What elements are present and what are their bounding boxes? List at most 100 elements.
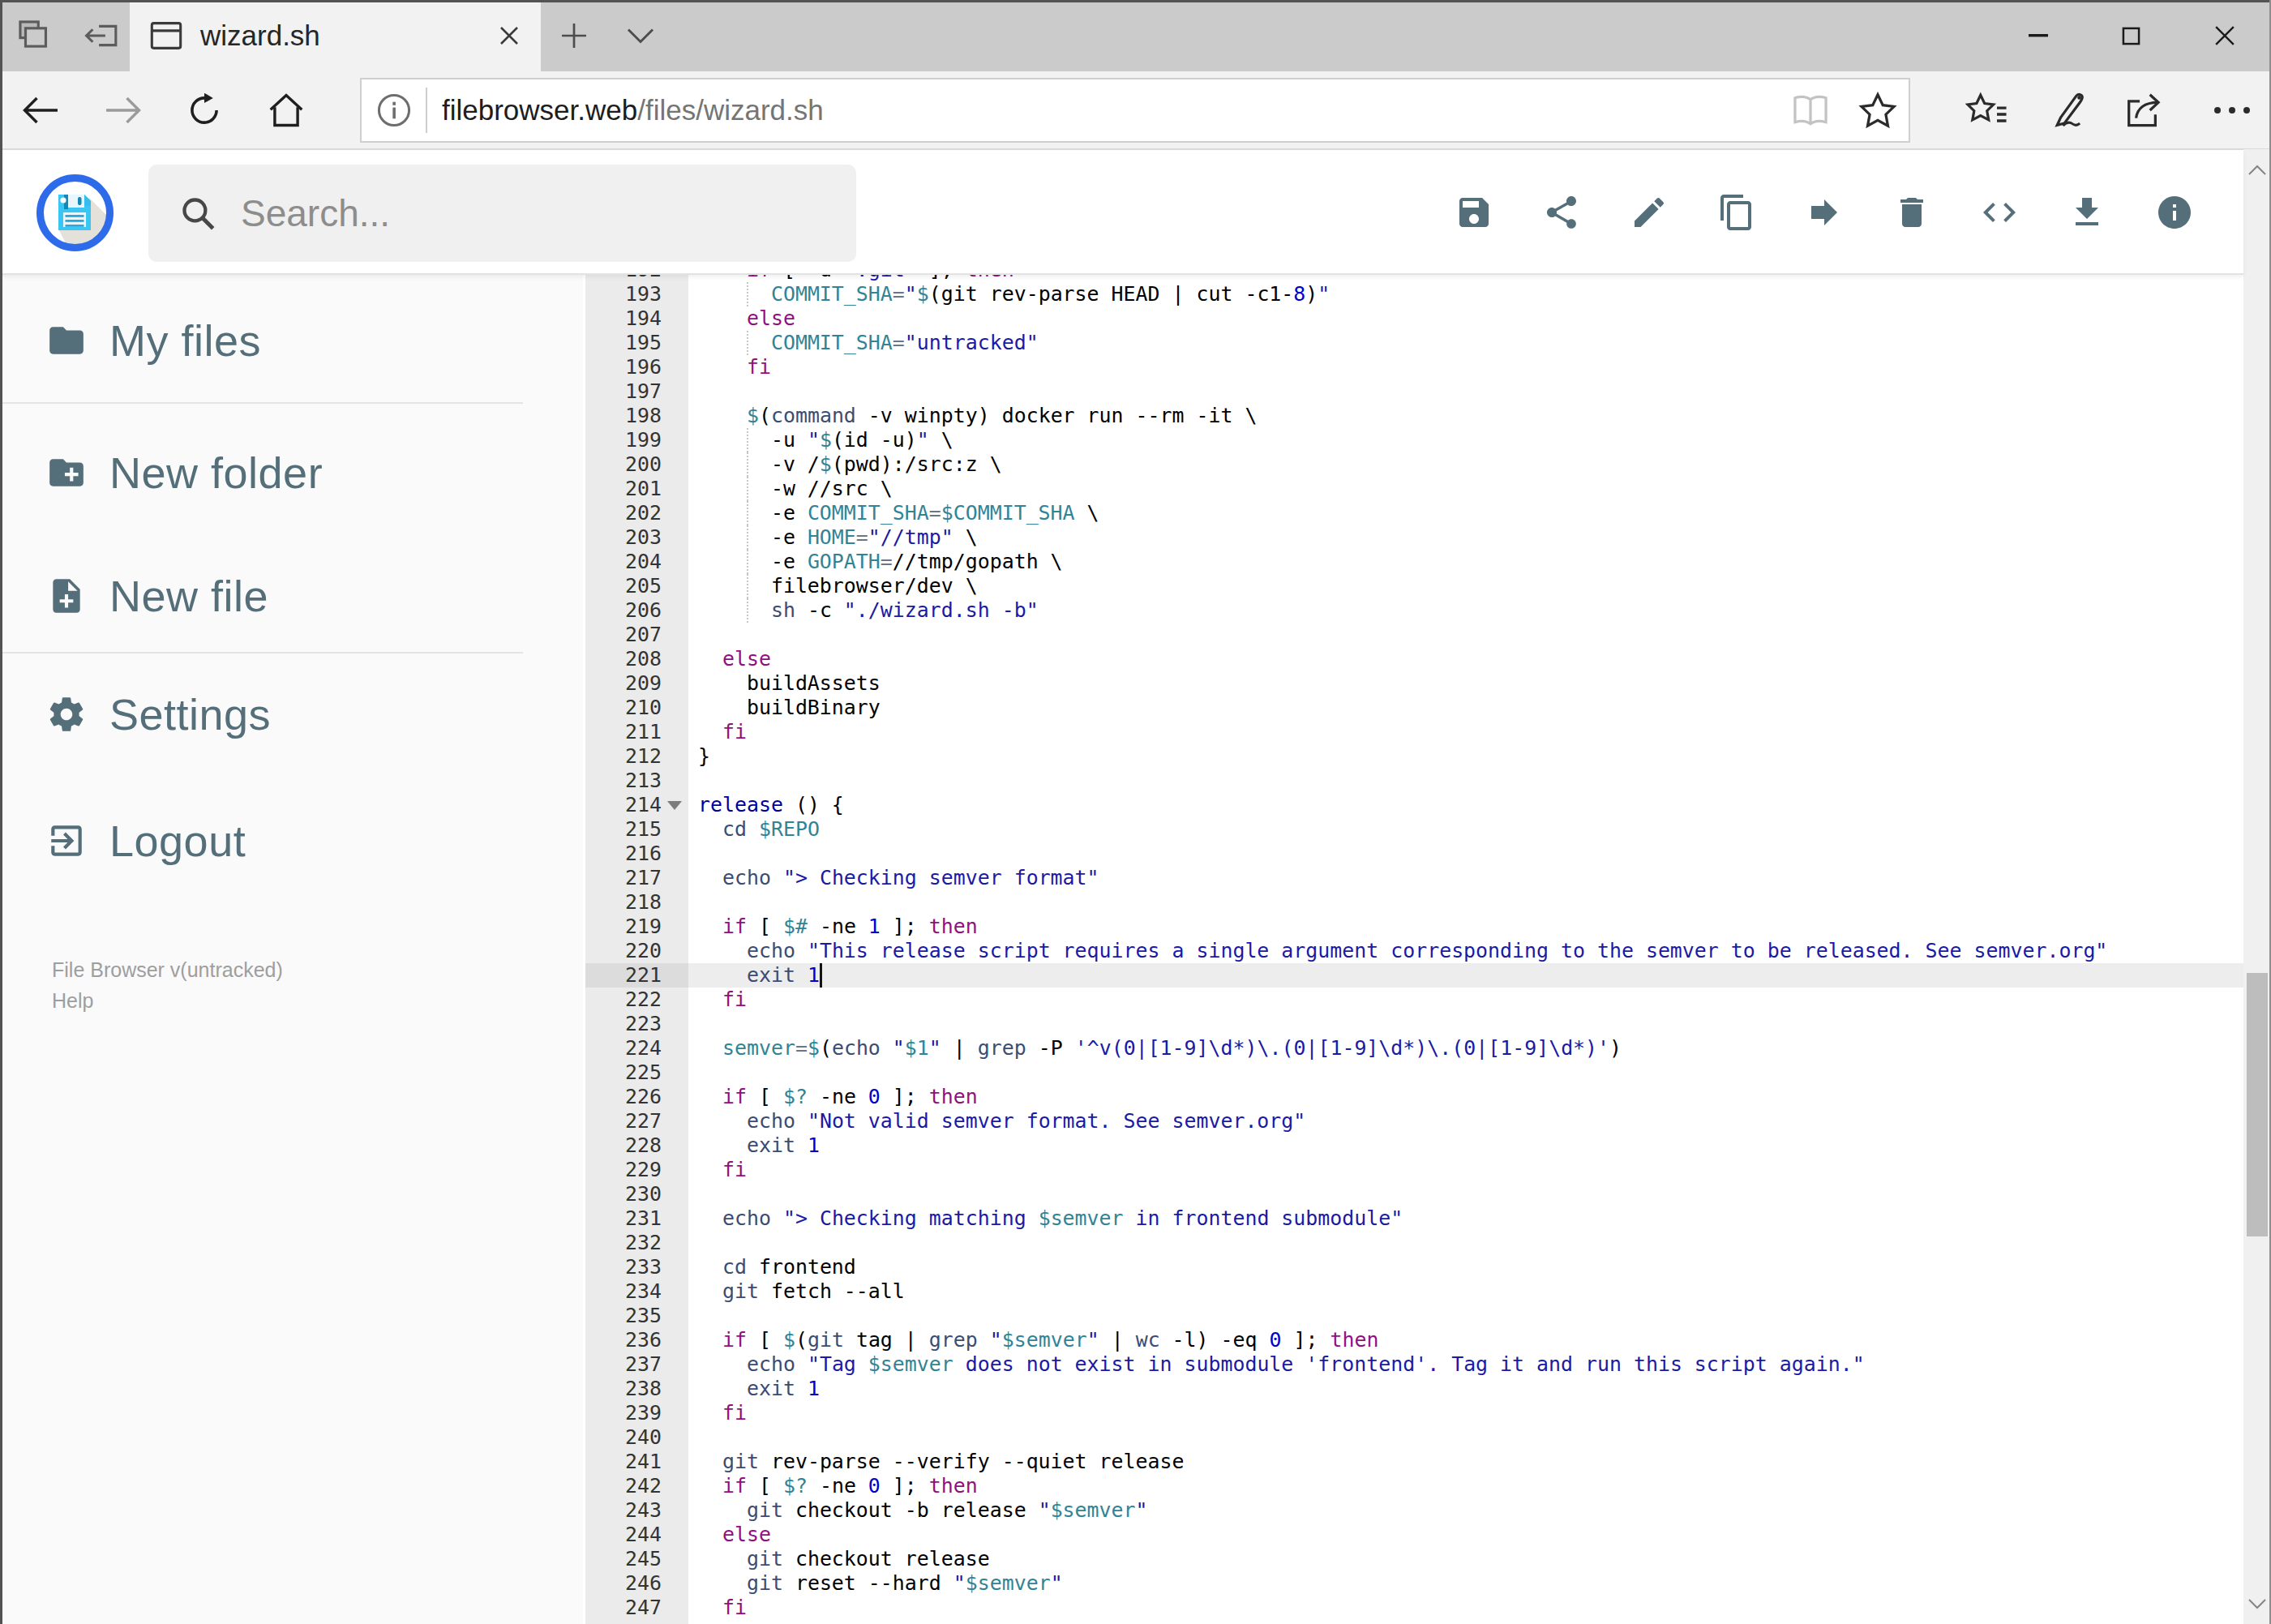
search-bar[interactable]: Search... — [148, 165, 856, 262]
close-icon — [2214, 25, 2235, 46]
download-button[interactable] — [2067, 193, 2106, 232]
folder-plus-icon — [46, 452, 87, 493]
maximize-button[interactable] — [2085, 0, 2178, 71]
code-icon — [1980, 193, 2019, 232]
help-link[interactable]: Help — [52, 985, 283, 1016]
new-tab-button[interactable] — [538, 0, 610, 71]
copy-button[interactable] — [1717, 193, 1756, 232]
more-dots-icon — [2213, 105, 2252, 115]
tab-preview-chevron[interactable] — [610, 0, 671, 71]
search-placeholder: Search... — [241, 191, 390, 235]
gutter-line-number: 242 — [585, 1474, 688, 1498]
trash-icon — [1892, 193, 1931, 232]
gutter-line-number: 203 — [585, 525, 688, 550]
refresh-button[interactable] — [164, 71, 245, 148]
sidebar-item-new-file[interactable]: New file — [0, 557, 583, 635]
code-line — [688, 623, 2243, 647]
code-line: cd frontend — [688, 1255, 2243, 1279]
sidebar-item-new-folder[interactable]: New folder — [0, 434, 583, 512]
scrollbar-thumb[interactable] — [2247, 973, 2268, 1236]
home-icon — [267, 92, 306, 129]
gutter-line-number: 223 — [585, 1012, 688, 1036]
code-line — [688, 379, 2243, 404]
raw-code-button[interactable] — [1980, 193, 2019, 232]
gutter-line-number: 241 — [585, 1450, 688, 1474]
save-button[interactable] — [1455, 193, 1493, 232]
gutter-line-number: 240 — [585, 1425, 688, 1450]
share-button[interactable] — [1542, 193, 1581, 232]
gutter-line-number: 244 — [585, 1523, 688, 1547]
gutter-line-number: 199 — [585, 428, 688, 452]
code-line: semver=$(echo "$1" | grep -P '^v(0|[1-9]… — [688, 1036, 2243, 1061]
logout-icon — [46, 821, 87, 861]
code-line: else — [688, 306, 2243, 331]
code-line: echo "This release script requires a sin… — [688, 939, 2243, 963]
code-editor[interactable]: 192 if [ -d ".git" ]; then193 COMMIT_SHA… — [583, 275, 2243, 1624]
gutter-line-number: 231 — [585, 1206, 688, 1231]
minimize-button[interactable] — [1991, 0, 2085, 71]
page-scrollbar[interactable] — [2243, 149, 2271, 1624]
favorites-hub-button[interactable] — [1947, 71, 2025, 148]
editor-rows: 192 if [ -d ".git" ]; then193 COMMIT_SHA… — [583, 275, 2243, 1624]
folder-icon — [46, 320, 87, 361]
forward-button[interactable] — [83, 71, 164, 148]
app-logo[interactable] — [36, 174, 114, 252]
web-notes-button[interactable] — [2028, 71, 2106, 148]
share-icon — [1542, 193, 1581, 232]
scroll-down-button[interactable] — [2243, 1583, 2271, 1624]
scroll-up-button[interactable] — [2243, 149, 2271, 190]
share-page-button[interactable] — [2106, 71, 2183, 148]
gutter-line-number: 224 — [585, 1036, 688, 1061]
gutter-line-number: 212 — [585, 744, 688, 769]
code-line: cd $REPO — [688, 817, 2243, 842]
close-icon — [497, 24, 521, 48]
sidebar-item-settings[interactable]: Settings — [0, 675, 583, 753]
code-line: if [ $(git tag | grep "$semver" | wc -l)… — [688, 1328, 2243, 1352]
gear-icon — [46, 694, 87, 735]
code-line: if [ $? -ne 0 ]; then — [688, 1085, 2243, 1109]
tab-preview-button[interactable] — [0, 0, 68, 71]
info-icon — [2155, 193, 2194, 232]
gutter-line-number: 225 — [585, 1061, 688, 1085]
gutter-line-number: 232 — [585, 1231, 688, 1255]
code-line: -e COMMIT_SHA=$COMMIT_SHA \ — [688, 501, 2243, 525]
gutter-line-number: 208 — [585, 647, 688, 671]
settings-more-button[interactable] — [2193, 71, 2271, 148]
gutter-line-number: 219 — [585, 915, 688, 939]
code-line: fi — [688, 355, 2243, 379]
page-icon — [150, 20, 182, 51]
rename-button[interactable] — [1630, 193, 1669, 232]
gutter-line-number: 228 — [585, 1133, 688, 1158]
set-tabs-aside-button[interactable] — [68, 0, 136, 71]
code-line: else — [688, 647, 2243, 671]
code-line — [688, 1061, 2243, 1085]
reading-view-icon[interactable] — [1790, 92, 1831, 128]
sidebar-item-logout[interactable]: Logout — [0, 802, 583, 880]
browser-tab[interactable]: wizard.sh — [130, 0, 541, 71]
gutter-line-number: 237 — [585, 1352, 688, 1377]
home-button[interactable] — [246, 71, 327, 148]
gutter-line-number: 206 — [585, 598, 688, 623]
url-bar[interactable]: filebrowser.web/files/wizard.sh — [360, 78, 1910, 143]
delete-button[interactable] — [1892, 193, 1931, 232]
code-line: -u "$(id -u)" \ — [688, 428, 2243, 452]
code-line: if [ -d ".git" ]; then — [688, 275, 2243, 282]
fold-widget[interactable] — [667, 801, 682, 810]
tab-close-button[interactable] — [497, 0, 521, 71]
back-button[interactable] — [0, 71, 81, 148]
move-button[interactable] — [1805, 193, 1844, 232]
favorite-star-icon[interactable] — [1858, 92, 1897, 129]
code-line — [688, 1012, 2243, 1036]
info-button[interactable] — [2155, 193, 2194, 232]
gutter-line-number: 227 — [585, 1109, 688, 1133]
sidebar-item-my-files[interactable]: My files — [0, 302, 583, 379]
gutter-line-number: 197 — [585, 379, 688, 404]
indent-guide — [747, 282, 748, 306]
url-path: /files/wizard.sh — [637, 94, 824, 126]
code-line: fi — [688, 1596, 2243, 1620]
gutter-line-number: 192 — [585, 275, 688, 282]
gutter-line-number: 221 — [585, 963, 688, 988]
save-icon — [1455, 193, 1493, 232]
search-icon — [179, 195, 216, 232]
close-window-button[interactable] — [2178, 0, 2271, 71]
